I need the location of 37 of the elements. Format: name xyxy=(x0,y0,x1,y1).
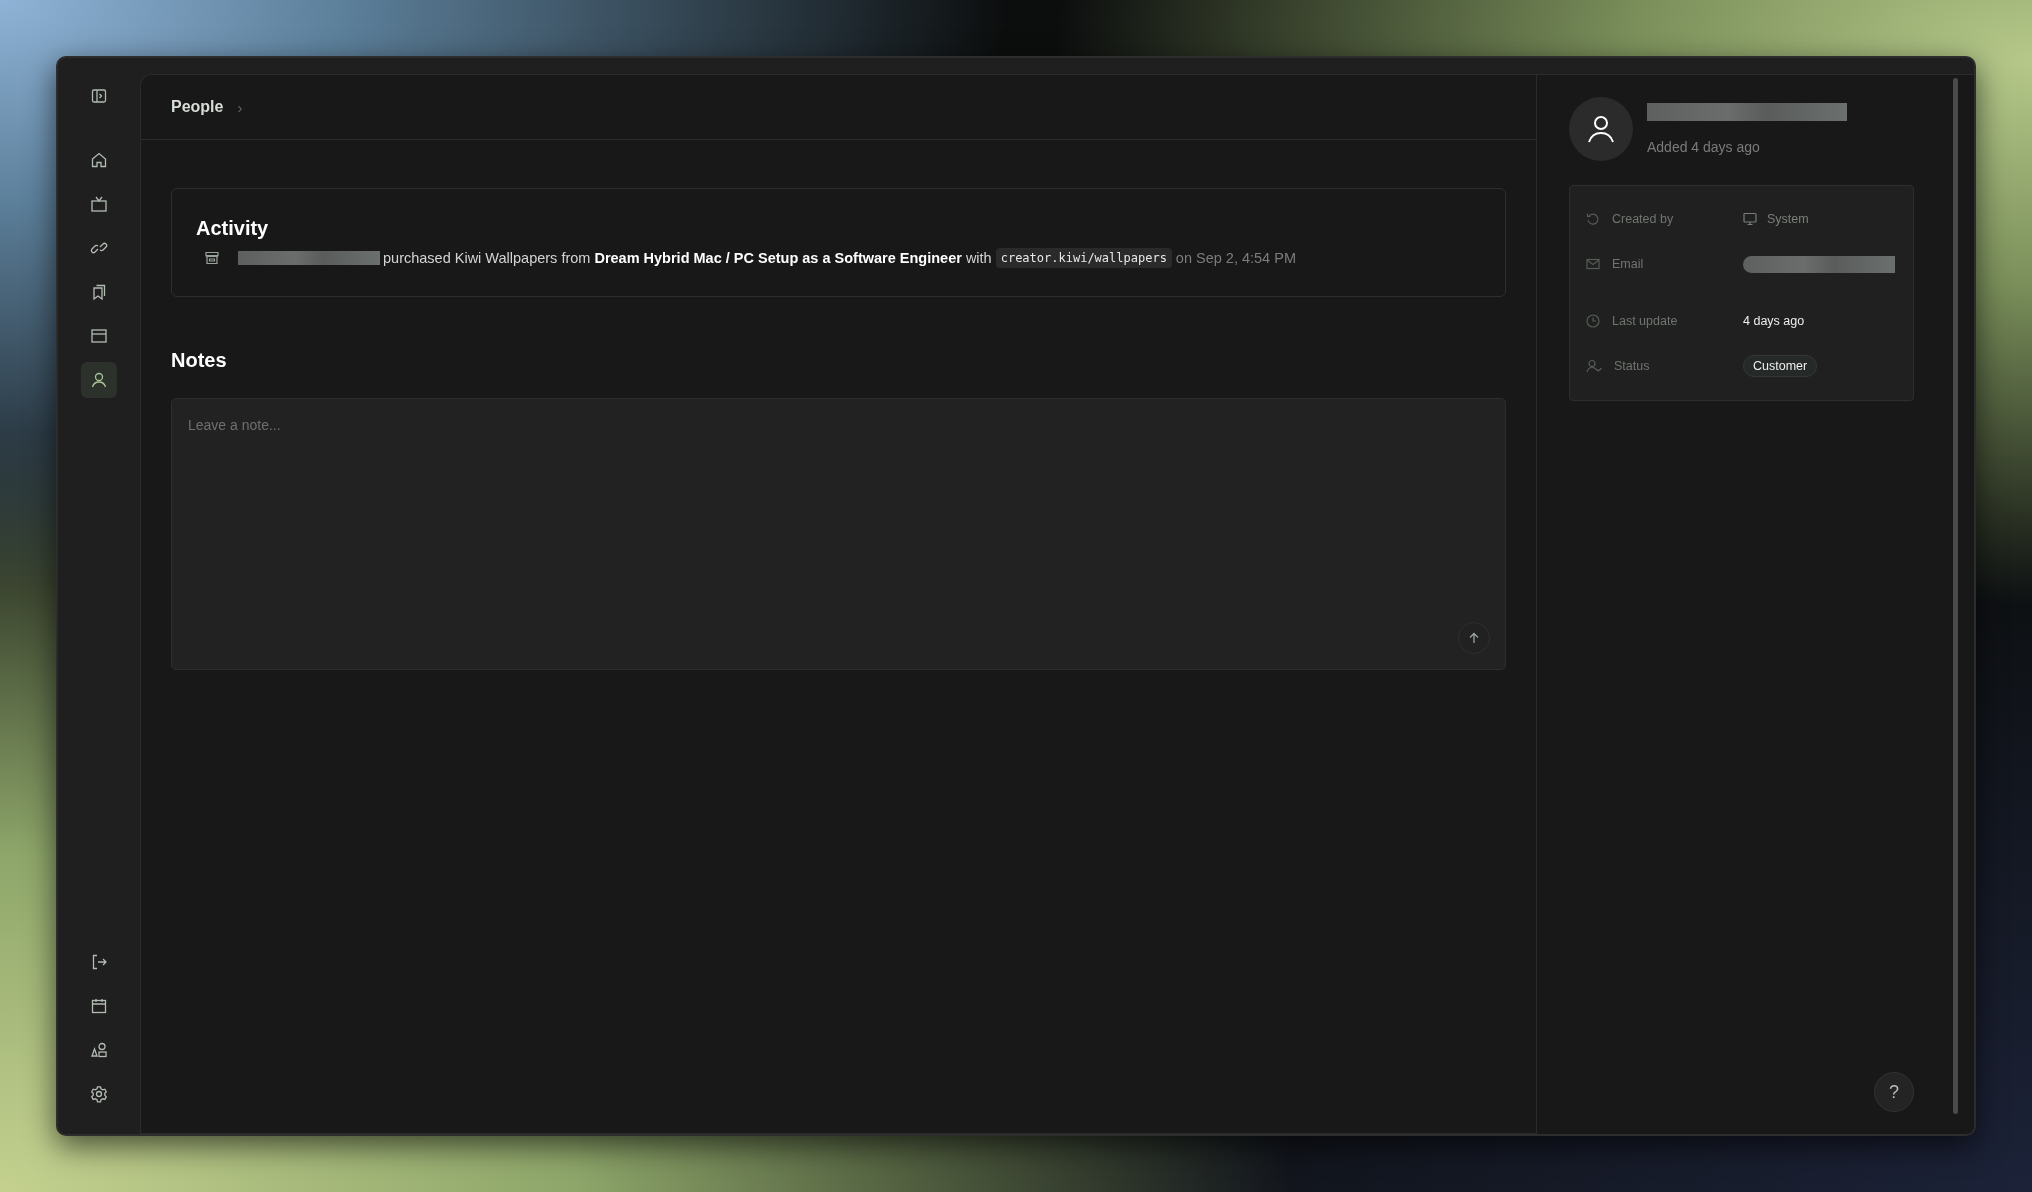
detail-label: Last update xyxy=(1612,313,1678,328)
sidebar-toggle-icon xyxy=(91,88,107,104)
link-code-tag: creator.kiwi/wallpapers xyxy=(995,248,1172,268)
activity-time: on Sep 2, 4:54 PM xyxy=(1175,250,1296,266)
history-icon xyxy=(1586,212,1600,226)
monitor-icon xyxy=(1743,212,1757,226)
shapes-icon xyxy=(90,1041,108,1059)
breadcrumb-link[interactable]: People xyxy=(171,98,224,116)
browser-window-icon xyxy=(90,327,108,345)
clock-icon xyxy=(1586,313,1600,328)
status-badge: Customer xyxy=(1743,354,1818,377)
activity-text: purchased Kiwi Wallpapers from Dream Hybrid Mac / PC Setup as a Software Engineer with xyxy=(383,250,992,266)
store-icon xyxy=(204,250,220,266)
section-title: Activity xyxy=(196,217,270,240)
settings-icon xyxy=(90,1085,108,1103)
detail-value: 4 days ago xyxy=(1743,313,1805,328)
detail-label: Email xyxy=(1612,257,1644,271)
user-check-icon xyxy=(1586,358,1602,373)
home-icon xyxy=(90,151,108,169)
bookmarks-icon xyxy=(90,283,108,301)
section-title: Notes xyxy=(171,349,228,372)
detail-label: Created by xyxy=(1612,212,1674,226)
note-field[interactable]: Leave a note... xyxy=(171,398,1506,670)
detail-label: Status xyxy=(1614,358,1650,373)
mail-icon xyxy=(1586,257,1600,271)
logout-icon xyxy=(90,953,108,971)
detail-value: System xyxy=(1767,212,1809,226)
person-icon xyxy=(90,371,108,389)
person-icon xyxy=(1586,114,1616,144)
scrollbar[interactable] xyxy=(1953,78,1958,1114)
arrow-up-icon xyxy=(1468,632,1480,644)
calendar-icon xyxy=(90,997,108,1015)
tv-icon xyxy=(90,195,108,213)
breadcrumb-separator: › xyxy=(237,98,243,116)
added-date: Added 4 days ago xyxy=(1647,139,1761,155)
sidebar-item[interactable] xyxy=(81,362,117,398)
help-button[interactable]: ? xyxy=(1874,1072,1914,1112)
